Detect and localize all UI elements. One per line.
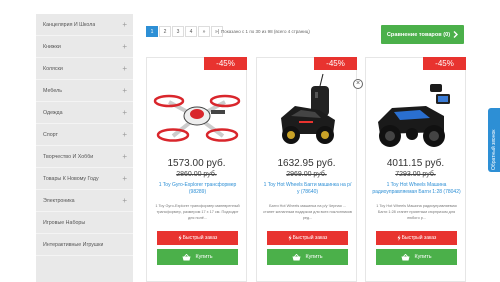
rc-car-image[interactable] — [261, 72, 353, 158]
rc-buggy-image[interactable] — [370, 72, 462, 158]
plus-icon[interactable]: + — [122, 20, 127, 29]
sidebar-item-creativity[interactable]: Творчество И Хобби + — [36, 146, 133, 168]
buy-label: Купить — [414, 254, 432, 260]
sidebar-item-furniture[interactable]: Мебель + — [36, 80, 133, 102]
old-price: 7293.00 руб. — [395, 171, 436, 178]
sidebar-item-label: Игровые Наборы — [43, 219, 86, 226]
buy-button[interactable]: Купить — [157, 249, 238, 265]
buy-button[interactable]: Купить — [267, 249, 348, 265]
compare-products-button[interactable]: Сравнение товаров (0) — [381, 25, 464, 44]
buy-label: Купить — [305, 254, 323, 260]
quick-order-label: Быстрый заказ — [182, 235, 218, 241]
plus-icon[interactable]: + — [122, 196, 127, 205]
product-price: 1632.95 руб. — [277, 158, 336, 169]
callback-tab[interactable]: Обратный звонок — [488, 108, 500, 172]
product-title-link[interactable]: 1 Toy Hot Wheels Машина радиоуправляемая… — [372, 182, 461, 196]
page-3-button[interactable]: 3 — [172, 26, 184, 37]
sidebar-item-books[interactable]: Книжки + — [36, 36, 133, 58]
product-price: 4011.15 руб. — [386, 158, 445, 169]
product-title-link[interactable]: 1 Toy Hot Wheels Багги машинка на р/у (7… — [263, 182, 352, 196]
discount-badge: -45% — [204, 57, 247, 70]
sidebar-item-label: Творчество И Хобби — [43, 153, 94, 160]
quick-order-label: Быстрый заказ — [292, 235, 328, 241]
sidebar-item-label: Книжки — [43, 43, 61, 50]
callback-tab-label: Обратный звонок — [491, 129, 497, 170]
old-price: 2860.00 руб. — [176, 171, 217, 178]
sidebar-item-label: Электроника — [43, 197, 75, 204]
quick-order-button[interactable]: Быстрый заказ — [376, 231, 457, 245]
next-page-button[interactable]: » — [198, 26, 210, 37]
page-2-button[interactable]: 2 — [159, 26, 171, 37]
product-card: -45% 1632.95 руб. 2969.00 руб. 1 Toy Hot… — [256, 57, 357, 282]
lightning-icon — [178, 235, 182, 241]
sidebar-item-label: Одежда — [43, 109, 63, 116]
product-card: -45% 4011.15 руб. 7293.00 руб. 1 Toy Hot… — [365, 57, 466, 282]
product-price: 1573.00 руб. — [167, 158, 226, 169]
results-info: Показано с 1 по 30 из 98 (всего 4 страни… — [221, 29, 310, 34]
sidebar-item-label: Коляски — [43, 65, 63, 72]
category-sidebar: Канцелярия И Школа + Книжки + Коляски + Меб… — [36, 14, 133, 282]
buy-button[interactable]: Купить — [376, 249, 457, 265]
product-description: 1 Toy Gyro-Explorer трансформер маневрен… — [155, 204, 240, 220]
pagination: 1 2 3 4 » »| — [146, 26, 223, 37]
page-1-button[interactable]: 1 — [146, 26, 158, 37]
plus-icon[interactable]: + — [122, 152, 127, 161]
plus-icon[interactable]: + — [122, 86, 127, 95]
basket-icon — [401, 253, 410, 260]
plus-icon[interactable]: + — [122, 64, 127, 73]
sidebar-item-label: Интерактивные Игрушки — [43, 241, 104, 248]
sidebar-item-sport[interactable]: Спорт + — [36, 124, 133, 146]
plus-icon[interactable]: + — [122, 174, 127, 183]
sidebar-item-new-year[interactable]: Товары К Новому Году + — [36, 168, 133, 190]
sidebar-item-clothes[interactable]: Одежда + — [36, 102, 133, 124]
sidebar-item-play-sets[interactable]: Игровые Наборы — [36, 212, 133, 234]
product-card: -45% 1573.00 руб. 2860.00 руб. 1 Toy Gyr… — [146, 57, 247, 282]
basket-icon — [182, 253, 191, 260]
sidebar-item-electronics[interactable]: Электроника + — [36, 190, 133, 212]
close-icon[interactable]: × — [353, 79, 363, 89]
compare-button-label: Сравнение товаров (0) — [386, 31, 451, 38]
sidebar-item-label: Канцелярия И Школа — [43, 21, 96, 28]
product-description: Багги Hot Wheels машинка на р/у Черная .… — [263, 204, 352, 220]
page-4-button[interactable]: 4 — [185, 26, 197, 37]
buy-label: Купить — [195, 254, 213, 260]
sidebar-item-label: Спорт — [43, 131, 58, 138]
discount-badge: -45% — [423, 57, 466, 70]
chevron-right-icon — [453, 31, 459, 38]
quick-order-button[interactable]: Быстрый заказ — [157, 231, 238, 245]
drone-image[interactable] — [151, 72, 243, 158]
plus-icon[interactable]: + — [122, 42, 127, 51]
lightning-icon — [397, 235, 401, 241]
sidebar-item-label: Мебель — [43, 87, 62, 94]
sidebar-item-interactive-toys[interactable]: Интерактивные Игрушки — [36, 234, 133, 256]
quick-order-label: Быстрый заказ — [401, 235, 437, 241]
basket-icon — [292, 253, 301, 260]
quick-order-button[interactable]: Быстрый заказ — [267, 231, 348, 245]
sidebar-item-stationery[interactable]: Канцелярия И Школа + — [36, 14, 133, 36]
product-description: 1 Toy Hot Wheels Машина радиоуправляемая… — [376, 204, 457, 220]
lightning-icon — [288, 235, 292, 241]
plus-icon[interactable]: + — [122, 108, 127, 117]
product-title-link[interactable]: 1 Toy Gyro-Explorer трансформер (98289) — [153, 182, 242, 196]
plus-icon[interactable]: + — [122, 130, 127, 139]
sidebar-item-label: Товары К Новому Году — [43, 175, 99, 182]
old-price: 2969.00 руб. — [286, 171, 327, 178]
sidebar-item-strollers[interactable]: Коляски + — [36, 58, 133, 80]
discount-badge: -45% — [314, 57, 357, 70]
